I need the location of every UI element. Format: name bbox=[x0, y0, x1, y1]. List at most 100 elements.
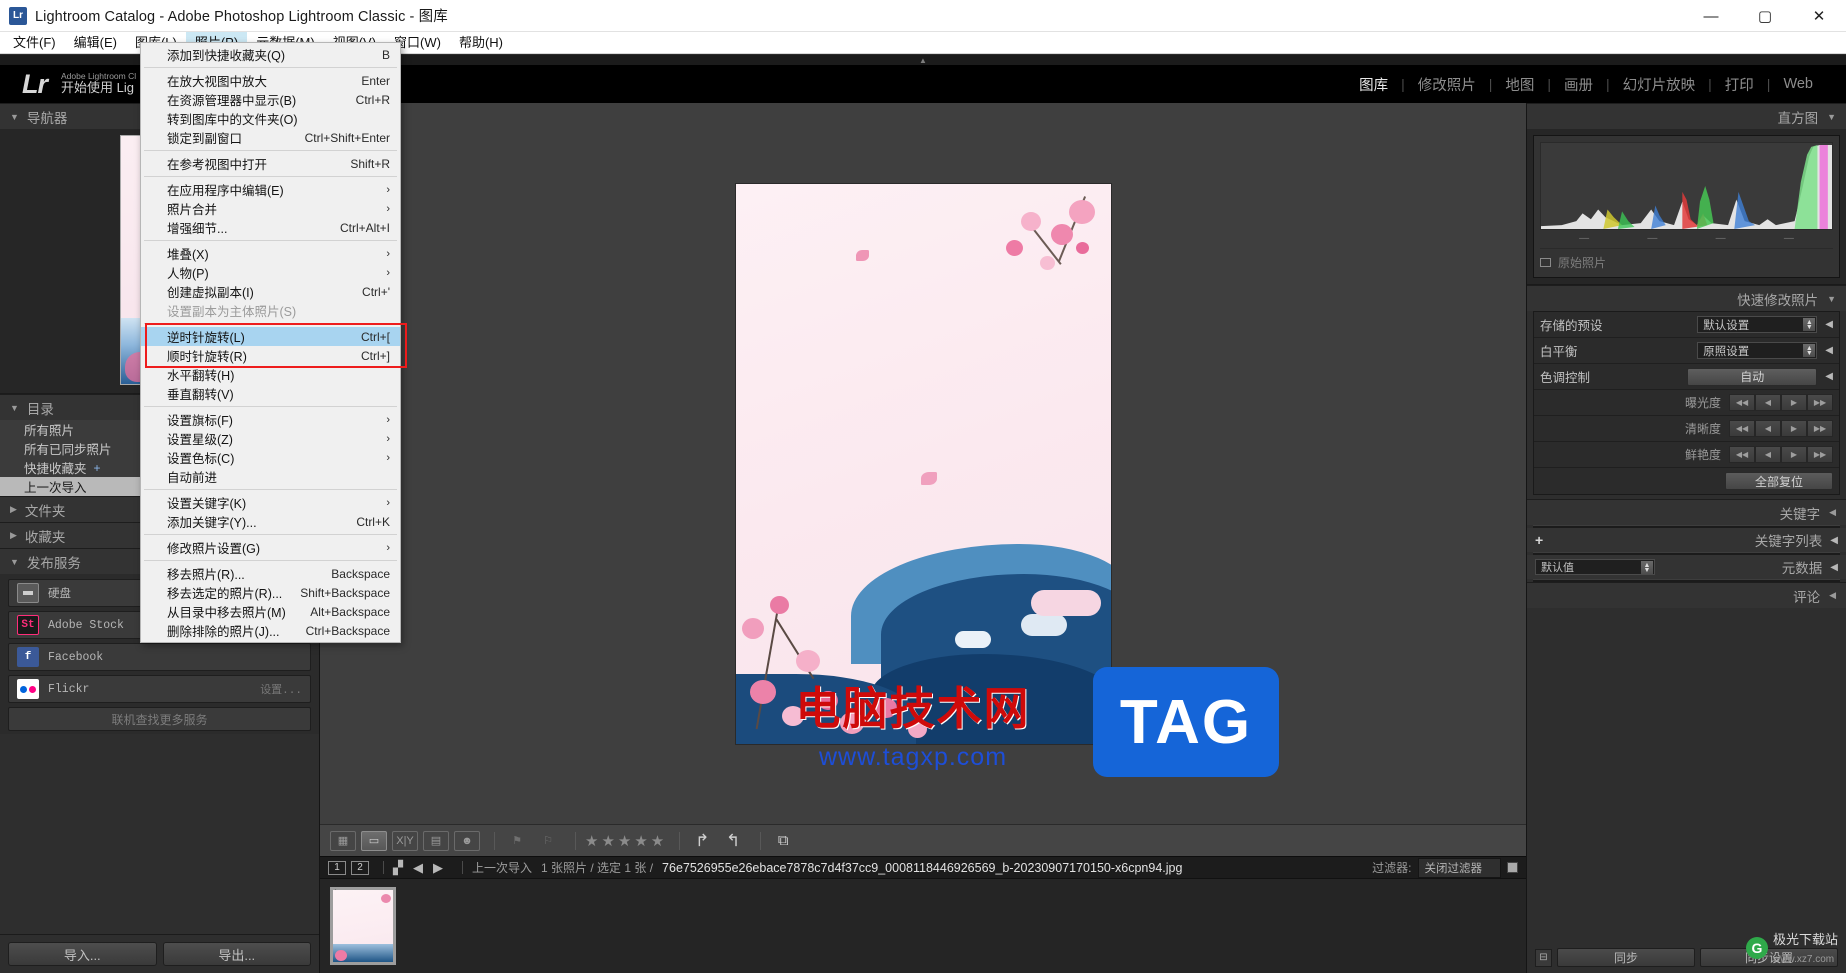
rotate-left-icon[interactable]: ↰ bbox=[720, 831, 746, 851]
menu-item-4-1[interactable]: 人物(P) › bbox=[141, 263, 400, 282]
stepper-button-0[interactable]: ◀◀ bbox=[1729, 420, 1755, 437]
publish-service-2[interactable]: f Facebook bbox=[8, 643, 311, 671]
collapse-icon[interactable]: ◀ bbox=[1825, 371, 1833, 382]
stepper-button-2[interactable]: ▶ bbox=[1781, 446, 1807, 463]
page-indicator-0[interactable]: 1 bbox=[328, 860, 346, 875]
stepper-button-3[interactable]: ▶▶ bbox=[1807, 420, 1833, 437]
grid-view-icon[interactable]: ▞ bbox=[393, 860, 403, 876]
menu-item-0-0[interactable]: 添加到快捷收藏夹(Q) B bbox=[141, 45, 400, 64]
module-2[interactable]: 地图 bbox=[1492, 74, 1547, 95]
menu-item-1-3[interactable]: 锁定到副窗口 Ctrl+Shift+Enter bbox=[141, 128, 400, 147]
filter-select[interactable]: 关闭过滤器 bbox=[1417, 857, 1501, 878]
menu-item-2-0[interactable]: 在参考视图中打开 Shift+R bbox=[141, 154, 400, 173]
menu-item-6-1[interactable]: 设置星级(Z) › bbox=[141, 429, 400, 448]
menu-item-1-2[interactable]: 转到图库中的文件夹(O) bbox=[141, 109, 400, 128]
collapse-icon[interactable]: ◀ bbox=[1825, 345, 1833, 356]
menu-item-3-1[interactable]: 照片合并 › bbox=[141, 199, 400, 218]
chevron-left-icon[interactable]: ◀ bbox=[1830, 562, 1838, 573]
rotate-right-icon[interactable]: ↱ bbox=[689, 831, 715, 851]
publish-service-setup-link[interactable]: 设置... bbox=[260, 681, 302, 697]
sync-mode-icon[interactable]: ⊟ bbox=[1535, 948, 1552, 967]
stepper-button-1[interactable]: ◀ bbox=[1755, 446, 1781, 463]
loupe-view-icon[interactable]: ▭ bbox=[361, 830, 387, 851]
menu-item-7-1[interactable]: 添加关键字(Y)... Ctrl+K bbox=[141, 512, 400, 531]
menu-item-5-3[interactable]: 垂直翻转(V) bbox=[141, 384, 400, 403]
grid-view-icon[interactable]: ▦ bbox=[330, 830, 356, 851]
stepper-button-0[interactable]: ◀◀ bbox=[1729, 446, 1755, 463]
metadata-header[interactable]: 默认值 ▲ ▼ 元数据 ◀ bbox=[1527, 555, 1846, 579]
stepper-button-3[interactable]: ▶▶ bbox=[1807, 446, 1833, 463]
menu-item-6-3[interactable]: 自动前进 bbox=[141, 467, 400, 486]
menu-item-9-3[interactable]: 删除排除的照片(J)... Ctrl+Backspace bbox=[141, 621, 400, 640]
white-balance-select[interactable]: 原照设置 ▲ ▼ bbox=[1697, 342, 1818, 359]
quick-collection-plus-icon[interactable]: + bbox=[94, 461, 101, 475]
import-button[interactable]: 导入... bbox=[8, 942, 157, 966]
spinner-icon[interactable]: ▲ ▼ bbox=[1803, 318, 1816, 331]
keyword-list-header[interactable]: + 关键字列表 ◀ bbox=[1527, 528, 1846, 552]
menu-item-9-2[interactable]: 从目录中移去照片(M) Alt+Backspace bbox=[141, 602, 400, 621]
menu-item-5-1[interactable]: 顺时针旋转(R) Ctrl+] bbox=[141, 346, 400, 365]
module-1[interactable]: 修改照片 bbox=[1405, 74, 1489, 95]
menubar-item-1[interactable]: 编辑(E) bbox=[65, 32, 126, 54]
stepper-button-1[interactable]: ◀ bbox=[1755, 394, 1781, 411]
menu-item-6-0[interactable]: 设置旗标(F) › bbox=[141, 410, 400, 429]
histogram-header[interactable]: ▼ 直方图 bbox=[1527, 103, 1846, 129]
module-0[interactable]: 图库 bbox=[1346, 74, 1401, 95]
module-4[interactable]: 幻灯片放映 bbox=[1610, 74, 1709, 95]
compare-view-icon[interactable]: X|Y bbox=[392, 830, 418, 851]
menu-item-7-0[interactable]: 设置关键字(K) › bbox=[141, 493, 400, 512]
stepper-button-2[interactable]: ▶ bbox=[1781, 394, 1807, 411]
menu-item-9-1[interactable]: 移去选定的照片(R)... Shift+Backspace bbox=[141, 583, 400, 602]
metadata-preset-select[interactable]: 默认值 ▲ ▼ bbox=[1535, 559, 1655, 575]
close-button[interactable]: ✕ bbox=[1792, 0, 1846, 32]
menubar-item-7[interactable]: 帮助(H) bbox=[450, 32, 512, 54]
module-5[interactable]: 打印 bbox=[1712, 74, 1767, 95]
maximize-button[interactable]: ▢ bbox=[1738, 0, 1792, 32]
stepper-button-1[interactable]: ◀ bbox=[1755, 420, 1781, 437]
rating-stars[interactable]: ★★★★★ bbox=[585, 832, 667, 850]
spinner-icon[interactable]: ▲ ▼ bbox=[1641, 561, 1653, 574]
menu-item-4-0[interactable]: 堆叠(X) › bbox=[141, 244, 400, 263]
module-6[interactable]: Web bbox=[1770, 76, 1826, 92]
comments-header[interactable]: ◀ 评论 bbox=[1527, 582, 1846, 608]
photo-menu-dropdown[interactable]: 添加到快捷收藏夹(Q) B 在放大视图中放大 Enter 在资源管理器中显示(B) Ctr… bbox=[140, 42, 407, 643]
sync-button[interactable]: 同步 bbox=[1557, 948, 1695, 967]
filter-toggle-switch[interactable] bbox=[1507, 862, 1518, 873]
menu-item-9-0[interactable]: 移去照片(R)... Backspace bbox=[141, 564, 400, 583]
collapse-icon[interactable]: ◀ bbox=[1825, 319, 1833, 330]
menu-item-8-0[interactable]: 修改照片设置(G) › bbox=[141, 538, 400, 557]
survey-view-icon[interactable]: ▤ bbox=[423, 830, 449, 851]
quick-develop-header[interactable]: ▼ 快速修改照片 bbox=[1527, 285, 1846, 311]
add-keyword-icon[interactable]: + bbox=[1535, 532, 1543, 548]
face-region-icon[interactable]: ⧉ bbox=[770, 831, 796, 851]
spinner-icon[interactable]: ▲ ▼ bbox=[1803, 344, 1816, 357]
navigate-forward-icon[interactable]: ▶ bbox=[433, 860, 443, 876]
page-indicator-1[interactable]: 2 bbox=[351, 860, 369, 875]
publish-service-3[interactable]: Flickr 设置... bbox=[8, 675, 311, 703]
menu-item-1-1[interactable]: 在资源管理器中显示(B) Ctrl+R bbox=[141, 90, 400, 109]
chevron-left-icon[interactable]: ◀ bbox=[1830, 535, 1838, 546]
flag-pick-icon[interactable]: ⚑ bbox=[504, 831, 530, 851]
saved-preset-select[interactable]: 默认设置 ▲ ▼ bbox=[1697, 316, 1818, 333]
flag-reject-icon[interactable]: ⚐ bbox=[535, 831, 561, 851]
menu-item-5-2[interactable]: 水平翻转(H) bbox=[141, 365, 400, 384]
menu-item-4-2[interactable]: 创建虚拟副本(I) Ctrl+' bbox=[141, 282, 400, 301]
filmstrip-thumb[interactable]: 1 bbox=[330, 887, 396, 965]
find-more-services-button[interactable]: 联机查找更多服务 bbox=[8, 707, 311, 731]
menu-item-1-0[interactable]: 在放大视图中放大 Enter bbox=[141, 71, 400, 90]
stepper-button-2[interactable]: ▶ bbox=[1781, 420, 1807, 437]
stepper-button-3[interactable]: ▶▶ bbox=[1807, 394, 1833, 411]
original-photo-checkbox[interactable] bbox=[1540, 258, 1551, 267]
people-view-icon[interactable]: ☻ bbox=[454, 830, 480, 851]
menu-item-6-2[interactable]: 设置色标(C) › bbox=[141, 448, 400, 467]
reset-all-button[interactable]: 全部复位 bbox=[1725, 472, 1833, 490]
auto-tone-button[interactable]: 自动 bbox=[1687, 367, 1818, 386]
menu-item-3-0[interactable]: 在应用程序中编辑(E) › bbox=[141, 180, 400, 199]
menu-item-5-0[interactable]: 逆时针旋转(L) Ctrl+[ bbox=[141, 327, 400, 346]
stepper-button-0[interactable]: ◀◀ bbox=[1729, 394, 1755, 411]
navigate-back-icon[interactable]: ◀ bbox=[413, 860, 423, 876]
minimize-button[interactable]: — bbox=[1684, 0, 1738, 32]
module-3[interactable]: 画册 bbox=[1551, 74, 1606, 95]
histogram-plot[interactable] bbox=[1540, 142, 1833, 230]
filmstrip[interactable]: 1 bbox=[320, 878, 1526, 973]
